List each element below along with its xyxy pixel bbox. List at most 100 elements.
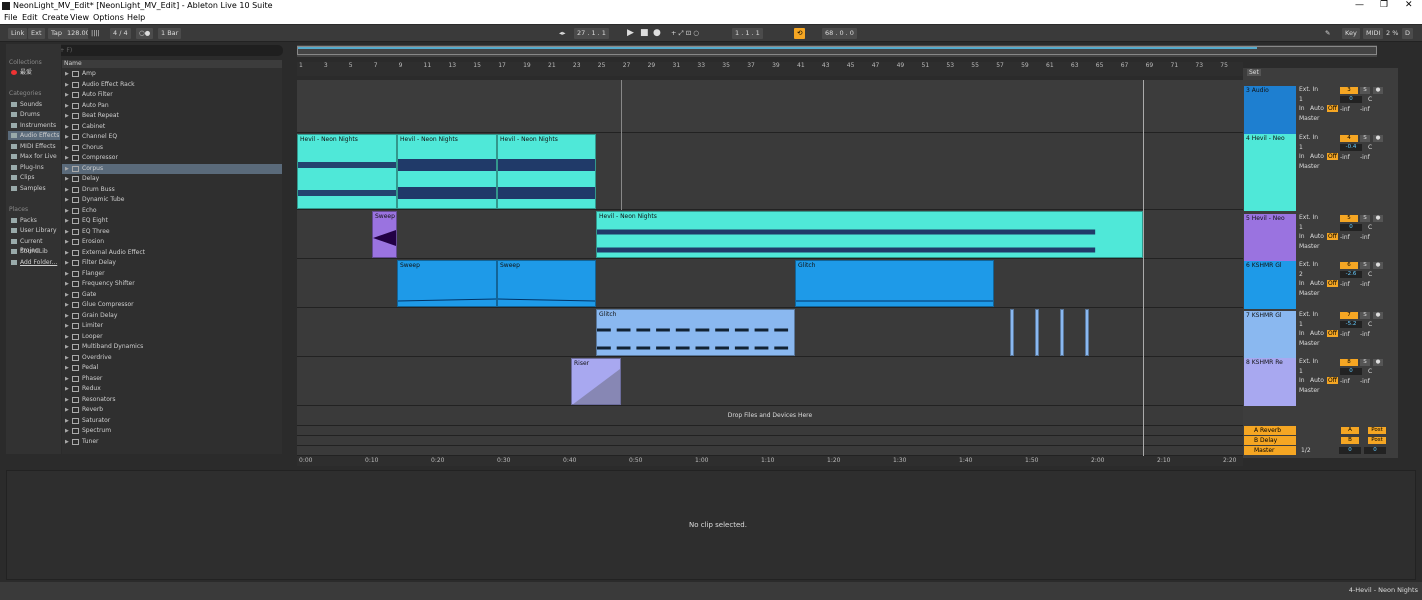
arm-button[interactable]: ●	[1373, 87, 1383, 94]
input-channel-select[interactable]: 2	[1299, 271, 1303, 278]
input-channel-select[interactable]: 1	[1299, 144, 1303, 151]
expand-arrow-icon[interactable]: ▶	[65, 69, 69, 79]
play-icon[interactable]: ▶	[624, 28, 637, 39]
input-type-select[interactable]: Ext. In	[1299, 358, 1318, 365]
clip-glitch-small-3[interactable]	[1060, 309, 1064, 356]
overdub-icon[interactable]: + ⤢ ⊡ ○	[668, 28, 702, 39]
output-select[interactable]: Master	[1299, 243, 1320, 250]
browser-item[interactable]: ▶ Glue Compressor	[62, 300, 282, 310]
browser-item[interactable]: ▶ Spectrum	[62, 426, 282, 436]
menu-view[interactable]: View	[70, 13, 89, 22]
browser-item[interactable]: ▶ Pedal	[62, 363, 282, 373]
browser-item[interactable]: ▶ Multiband Dynamics	[62, 342, 282, 352]
monitor-off-button[interactable]: Off	[1327, 105, 1338, 112]
browser-item[interactable]: ▶ Amp	[62, 69, 282, 79]
expand-arrow-icon[interactable]: ▶	[65, 143, 69, 153]
sidebar-item-midi-effects[interactable]: MIDI Effects	[8, 142, 60, 151]
track-lane-6[interactable]: Sweep Sweep Glitch	[297, 259, 1243, 308]
browser-item[interactable]: ▶ Erosion	[62, 237, 282, 247]
master-track-header[interactable]: Master	[1244, 446, 1296, 455]
clip-glitch-1[interactable]: Glitch	[795, 260, 994, 307]
solo-button[interactable]: S	[1360, 262, 1370, 269]
clip-hevil-4[interactable]: Hevil - Neon Nights	[596, 211, 1143, 258]
draw-mode-icon[interactable]: ✎	[1322, 28, 1334, 39]
sidebar-item-favorites[interactable]: 最爱	[8, 68, 60, 77]
input-type-select[interactable]: Ext. In	[1299, 311, 1318, 318]
clip-riser[interactable]: Riser	[571, 358, 621, 405]
expand-arrow-icon[interactable]: ▶	[65, 153, 69, 163]
return-track-b-header[interactable]: B Delay	[1244, 436, 1296, 445]
track-activator-button[interactable]: 5	[1340, 215, 1358, 222]
expand-arrow-icon[interactable]: ▶	[65, 174, 69, 184]
quantize-menu[interactable]: 1 Bar	[158, 28, 182, 39]
browser-item[interactable]: ▶ Chorus	[62, 143, 282, 153]
monitor-in-button[interactable]: In	[1299, 377, 1305, 384]
overview-viewport[interactable]	[297, 46, 1377, 55]
browser-item[interactable]: ▶ Drum Buss	[62, 185, 282, 195]
track-lane-3[interactable]	[297, 80, 1243, 133]
monitor-in-button[interactable]: In	[1299, 153, 1305, 160]
arm-button[interactable]: ●	[1373, 215, 1383, 222]
expand-arrow-icon[interactable]: ▶	[65, 363, 69, 373]
input-channel-select[interactable]: 1	[1299, 224, 1303, 231]
volume-field[interactable]: 0	[1340, 96, 1362, 103]
track-activator-button[interactable]: 3	[1340, 87, 1358, 94]
output-select[interactable]: Master	[1299, 290, 1320, 297]
expand-arrow-icon[interactable]: ▶	[65, 384, 69, 394]
ext-button[interactable]: Ext	[28, 28, 45, 39]
track-lane-5[interactable]: Sweep Hevil - Neon Nights	[297, 210, 1243, 259]
browser-item[interactable]: ▶ Limiter	[62, 321, 282, 331]
clip-glitch-small-2[interactable]	[1035, 309, 1039, 356]
volume-field[interactable]: 0	[1340, 368, 1362, 375]
expand-arrow-icon[interactable]: ▶	[65, 248, 69, 258]
track-lane-8[interactable]: Riser	[297, 357, 1243, 406]
loop-switch-button[interactable]: ⟲	[794, 28, 806, 39]
solo-button[interactable]: S	[1360, 359, 1370, 366]
browser-item[interactable]: ▶ Corpus	[62, 163, 282, 174]
sidebar-item-soundlib[interactable]: SoundLib	[8, 247, 60, 256]
monitor-auto-button[interactable]: Auto	[1310, 330, 1324, 337]
time-signature-field[interactable]: 4 / 4	[110, 28, 131, 39]
browser-item[interactable]: ▶ Echo	[62, 206, 282, 216]
monitor-off-button[interactable]: Off	[1327, 330, 1338, 337]
sidebar-item-add-folder[interactable]: Add Folder...	[8, 258, 60, 267]
sidebar-item-sounds[interactable]: Sounds	[8, 100, 60, 109]
browser-item[interactable]: ▶ Compressor	[62, 153, 282, 163]
input-channel-select[interactable]: 1	[1299, 368, 1303, 375]
expand-arrow-icon[interactable]: ▶	[65, 237, 69, 247]
loop-start-field[interactable]: 1 . 1 . 1	[732, 28, 763, 39]
maximize-button[interactable]: ❐	[1380, 0, 1388, 10]
browser-item[interactable]: ▶ Resonators	[62, 395, 282, 405]
set-button[interactable]: Set	[1247, 69, 1261, 76]
menu-edit[interactable]: Edit	[22, 13, 38, 22]
expand-arrow-icon[interactable]: ▶	[65, 132, 69, 142]
monitor-off-button[interactable]: Off	[1327, 233, 1338, 240]
sidebar-item-current-project[interactable]: Current Projec	[8, 237, 60, 254]
menu-help[interactable]: Help	[127, 13, 145, 22]
clip-sweep-1[interactable]: Sweep	[372, 211, 397, 258]
track-lane-4[interactable]: Hevil - Neon Nights Hevil - Neon Nights …	[297, 133, 1243, 210]
output-select[interactable]: Master	[1299, 387, 1320, 394]
sidebar-item-audio-effects[interactable]: Audio Effects	[8, 131, 60, 140]
clip-glitch-small-4[interactable]	[1085, 309, 1089, 356]
expand-arrow-icon[interactable]: ▶	[65, 122, 69, 132]
pan-field[interactable]: C	[1368, 368, 1372, 375]
clip-sweep-2[interactable]: Sweep	[397, 260, 497, 307]
volume-field[interactable]: 0	[1340, 224, 1362, 231]
track-lane-7[interactable]: Glitch	[297, 308, 1243, 357]
drop-zone[interactable]: Drop Files and Devices Here	[297, 406, 1243, 426]
expand-arrow-icon[interactable]: ▶	[65, 195, 69, 205]
expand-arrow-icon[interactable]: ▶	[65, 300, 69, 310]
track-activator-button[interactable]: 8	[1340, 359, 1358, 366]
volume-field[interactable]: -0.4	[1340, 144, 1362, 151]
expand-arrow-icon[interactable]: ▶	[65, 206, 69, 216]
expand-arrow-icon[interactable]: ▶	[65, 227, 69, 237]
song-position-field[interactable]: 27 . 1 . 1	[574, 28, 609, 39]
track-name-label[interactable]: 3 Audio	[1244, 86, 1296, 134]
clip-glitch-2[interactable]: Glitch	[596, 309, 795, 356]
master-output-select[interactable]: 1/2	[1301, 447, 1311, 454]
expand-arrow-icon[interactable]: ▶	[65, 185, 69, 195]
browser-item[interactable]: ▶ Saturator	[62, 416, 282, 426]
expand-arrow-icon[interactable]: ▶	[65, 111, 69, 121]
menu-options[interactable]: Options	[93, 13, 124, 22]
